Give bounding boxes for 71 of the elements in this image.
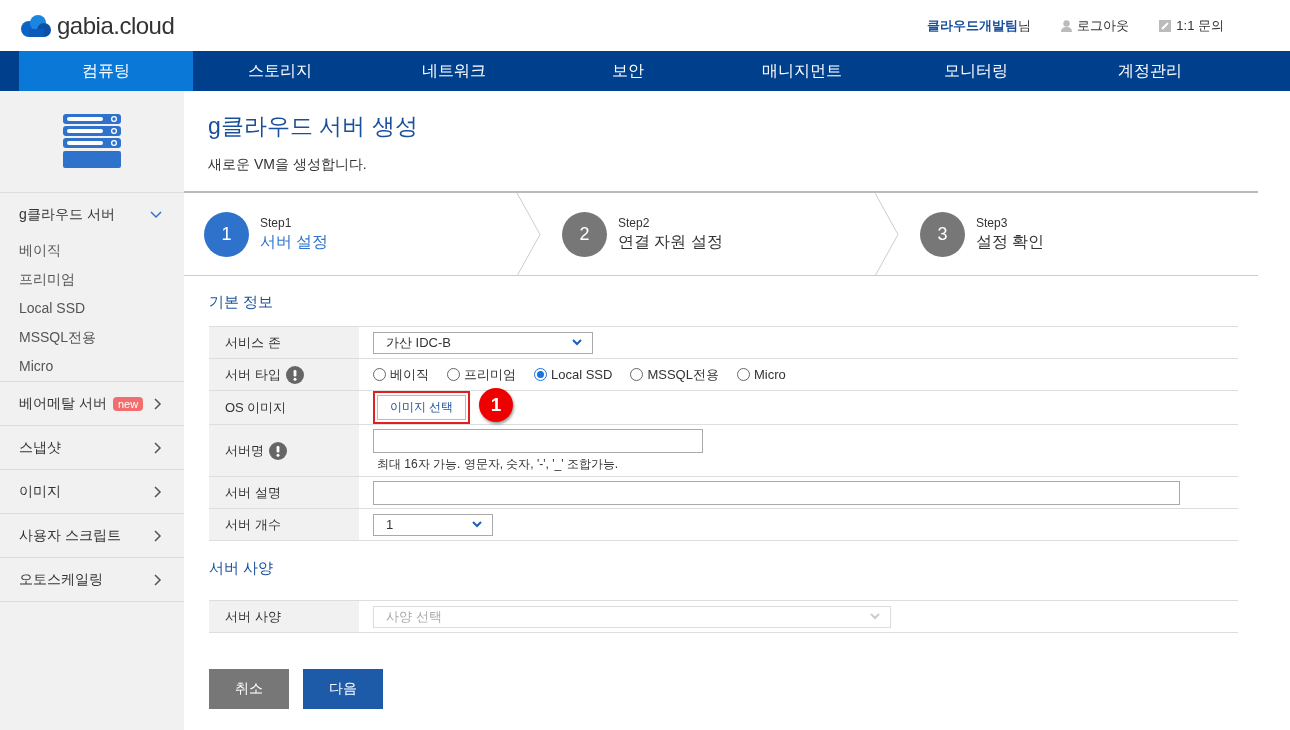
sidebar-group[interactable]: 베어메탈 서버 <box>19 394 107 413</box>
nav-tab[interactable]: 보안 <box>541 51 715 91</box>
new-badge: new <box>112 396 144 411</box>
sidebar-item[interactable]: 프리미엄 <box>19 265 165 294</box>
chevron-right-icon[interactable] <box>154 397 162 410</box>
field-label: 서버 설명 <box>225 483 281 502</box>
sidebar-group[interactable]: g클라우드 서버 <box>19 205 115 224</box>
page-title: g클라우드 서버 생성 <box>208 112 419 141</box>
select-image-button[interactable]: 이미지 선택 <box>377 395 467 420</box>
step-label: 서버 설정 <box>260 231 329 252</box>
chevron-down-icon[interactable] <box>472 521 482 528</box>
page-subtitle: 새로운 VM을 생성합니다. <box>208 156 368 174</box>
sidebar-group[interactable]: 사용자 스크립트 <box>19 526 121 545</box>
select-field[interactable]: 1 <box>373 513 493 536</box>
nav-tab[interactable]: 모니터링 <box>889 51 1063 91</box>
radio-label: 베이직 <box>390 365 429 384</box>
field-label: OS 이미지 <box>225 398 287 417</box>
step-number: 3 <box>920 211 965 257</box>
section-title: 서버 사양 <box>209 558 275 578</box>
exclamation-icon[interactable] <box>285 365 304 384</box>
sidebar-item[interactable]: 베이직 <box>19 236 165 265</box>
cancel-button[interactable]: 취소 <box>209 669 289 709</box>
chevron-down-icon[interactable] <box>572 339 582 346</box>
radio-label: Local SSD <box>551 367 613 382</box>
step-number: 2 <box>562 211 607 257</box>
callout-badge: 1 <box>479 388 513 422</box>
radio-label: Micro <box>753 367 786 382</box>
field-label: 서버 타입 <box>225 365 281 384</box>
pencil-icon <box>1159 19 1172 32</box>
sidebar-group[interactable]: 오토스케일링 <box>19 570 103 589</box>
nav-tab[interactable]: 계정관리 <box>1063 51 1237 91</box>
chevron-right-icon[interactable] <box>154 441 162 454</box>
radio-label: MSSQL전용 <box>647 365 719 384</box>
sidebar-group[interactable]: 이미지 <box>19 482 61 501</box>
nav-tab[interactable]: 네트워크 <box>367 51 541 91</box>
server-icon <box>63 113 121 170</box>
user-name: 클라우드개발팀님 <box>927 16 1032 35</box>
inquiry-link[interactable]: 1:1 문의 <box>1176 16 1224 35</box>
sidebar-group[interactable]: 스냅샷 <box>19 438 61 457</box>
hint-text: 최대 16자 가능. 영문자, 숫자, '-', '_' 조합가능. <box>376 456 620 473</box>
logout-link[interactable]: 로그아웃 <box>1077 16 1130 35</box>
select-field[interactable]: 가산 IDC-B <box>373 331 593 354</box>
sidebar-item[interactable]: MSSQL전용 <box>19 323 165 352</box>
exclamation-icon[interactable] <box>269 441 287 460</box>
step-label: 설정 확인 <box>976 231 1045 252</box>
sidebar-item[interactable]: Local SSD <box>19 294 165 323</box>
input-field[interactable] <box>373 429 703 453</box>
step-label: 연결 자원 설정 <box>618 231 723 252</box>
field-label: 서버명 <box>225 441 264 460</box>
next-button[interactable]: 다음 <box>303 669 383 709</box>
field-label: 서버 사양 <box>225 607 281 626</box>
chevron-down-icon[interactable] <box>150 210 162 219</box>
nav-tab[interactable]: 컴퓨팅 <box>19 51 193 91</box>
step-caption: Step1 <box>260 215 293 230</box>
chevron-right-icon[interactable] <box>154 485 162 498</box>
sidebar-item[interactable]: Micro <box>19 352 165 381</box>
step-caption: Step3 <box>976 215 1009 230</box>
person-icon <box>1061 19 1073 32</box>
nav-tab[interactable]: 스토리지 <box>193 51 367 91</box>
chevron-right-icon[interactable] <box>154 573 162 586</box>
cloud-logo-icon <box>19 13 53 38</box>
chevron-right-icon[interactable] <box>154 529 162 542</box>
step-number: 1 <box>204 211 249 257</box>
field-label: 서버 개수 <box>225 515 281 534</box>
section-title: 기본 정보 <box>209 292 275 312</box>
field-label: 서비스 존 <box>225 333 281 352</box>
step-caption: Step2 <box>618 215 651 230</box>
radio-label: 프리미엄 <box>464 365 516 384</box>
input-field[interactable] <box>373 481 1180 505</box>
nav-tab[interactable]: 매니지먼트 <box>715 51 889 91</box>
logo-text[interactable]: gabia.cloud <box>57 11 175 40</box>
